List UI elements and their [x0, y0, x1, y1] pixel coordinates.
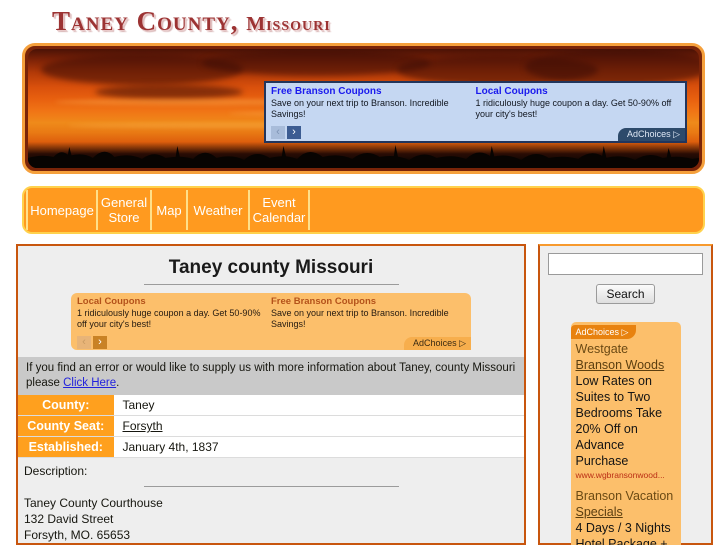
- row-label-county-seat: County Seat:: [18, 415, 115, 437]
- header-ad-slot-left[interactable]: Free Branson Coupons Save on your next t…: [271, 86, 476, 120]
- nav-item-weather[interactable]: Weather: [188, 190, 250, 230]
- description-line-2: 132 David Street: [24, 512, 114, 526]
- row-label-established: Established:: [18, 436, 115, 458]
- sidebar-panel: Search AdChoices ▷ Westgate Branson Wood…: [536, 242, 715, 545]
- adchoices-badge[interactable]: AdChoices ▷: [570, 325, 637, 339]
- content-heading: Taney county Missouri: [168, 257, 374, 278]
- content-ad-pager: ‹ ›: [77, 336, 107, 349]
- sidebar-ad2-link[interactable]: Specials: [576, 504, 676, 520]
- content-ad-banner[interactable]: Local Coupons 1 ridiculously huge coupon…: [71, 293, 471, 350]
- description-label: Description:: [24, 464, 88, 478]
- prev-arrow-icon[interactable]: ‹: [271, 126, 285, 139]
- adchoices-badge[interactable]: AdChoices ▷: [404, 337, 471, 350]
- header-ad-pager: ‹ ›: [271, 126, 301, 139]
- description-text: Taney County Courthouse 132 David Street…: [18, 495, 524, 543]
- sidebar-ad1-url: www.wgbransonwood...: [575, 470, 665, 480]
- search-input[interactable]: [548, 253, 703, 275]
- nav-item-map[interactable]: Map: [152, 190, 188, 230]
- adchoices-badge[interactable]: AdChoices ▷: [618, 128, 685, 141]
- click-here-link[interactable]: Click Here: [63, 377, 116, 389]
- sidebar-ad-block[interactable]: AdChoices ▷ Westgate Branson Woods Low R…: [570, 322, 681, 545]
- nav-item-general-store[interactable]: General Store: [98, 190, 152, 230]
- content-ad-right-body: Save on your next trip to Branson. Incre…: [271, 308, 449, 329]
- search-button-row: Search: [548, 284, 703, 304]
- row-label-county: County:: [18, 395, 115, 416]
- divider: [143, 486, 399, 487]
- main-content-panel: Taney county Missouri Local Coupons 1 ri…: [14, 242, 528, 545]
- sidebar-ad1-body: Low Rates on Suites to Two Bedrooms Take…: [575, 374, 663, 468]
- search-button[interactable]: Search: [596, 284, 655, 304]
- notice-text-after: .: [116, 377, 120, 389]
- row-value-county: Taney: [114, 395, 524, 416]
- page-root: Taney County, Missouri Free Branson Coup…: [0, 0, 727, 545]
- description-line-3: Forsyth, MO. 65653: [24, 528, 131, 542]
- site-title-main: Taney County,: [52, 6, 239, 36]
- table-row: Established: January 4th, 1837: [18, 436, 524, 458]
- error-report-notice: If you find an error or would like to su…: [18, 357, 524, 395]
- next-arrow-icon[interactable]: ›: [287, 126, 301, 139]
- content-ad-slot-right[interactable]: Free Branson Coupons Save on your next t…: [271, 296, 465, 330]
- header-banner: Free Branson Coupons Save on your next t…: [22, 43, 705, 174]
- header-ad-left-body: Save on your next trip to Branson. Incre…: [271, 98, 449, 119]
- prev-arrow-icon[interactable]: ‹: [77, 336, 91, 349]
- header-ad-slot-right[interactable]: Local Coupons 1 ridiculously huge coupon…: [476, 86, 681, 120]
- nav-filler: [310, 190, 701, 230]
- table-row: County: Taney: [18, 395, 524, 416]
- nav-item-homepage[interactable]: Homepage: [26, 190, 98, 230]
- main-navigation: Homepage General Store Map Weather Event…: [22, 186, 705, 234]
- sidebar-ad-content: Westgate Branson Woods Low Rates on Suit…: [571, 340, 681, 545]
- header-ad-banner[interactable]: Free Branson Coupons Save on your next t…: [264, 81, 687, 143]
- row-value-established: January 4th, 1837: [114, 436, 524, 458]
- county-info-table: County: Taney County Seat: Forsyth Estab…: [18, 395, 524, 458]
- divider: [143, 284, 399, 285]
- header-ad-left-title[interactable]: Free Branson Coupons: [271, 86, 470, 98]
- page-title: Taney County, Missouri: [52, 6, 331, 37]
- content-ad-right-title[interactable]: Free Branson Coupons: [271, 296, 459, 308]
- content-ad-left-body: 1 ridiculously huge coupon a day. Get 50…: [77, 308, 261, 329]
- header-ad-right-title[interactable]: Local Coupons: [476, 86, 675, 98]
- sidebar-ad2-heading: Branson Vacation: [575, 489, 674, 503]
- sidebar-ad2-body: 4 Days / 3 Nights Hotel Package + $25 Di…: [575, 521, 671, 545]
- description-line-1: Taney County Courthouse: [24, 496, 163, 510]
- content-ad-left-title[interactable]: Local Coupons: [77, 296, 265, 308]
- next-arrow-icon[interactable]: ›: [93, 336, 107, 349]
- sidebar-ad1-link[interactable]: Branson Woods: [576, 357, 676, 373]
- nav-item-event-calendar[interactable]: Event Calendar: [250, 190, 310, 230]
- row-value-county-seat: Forsyth: [114, 415, 524, 437]
- content-ad-slot-left[interactable]: Local Coupons 1 ridiculously huge coupon…: [77, 296, 271, 330]
- county-seat-link[interactable]: Forsyth: [123, 419, 163, 433]
- header-ad-right-body: 1 ridiculously huge coupon a day. Get 50…: [475, 98, 672, 119]
- site-title-sub: Missouri: [246, 13, 331, 35]
- table-row: County Seat: Forsyth: [18, 415, 524, 437]
- sidebar-ad1-heading: Westgate: [575, 342, 629, 356]
